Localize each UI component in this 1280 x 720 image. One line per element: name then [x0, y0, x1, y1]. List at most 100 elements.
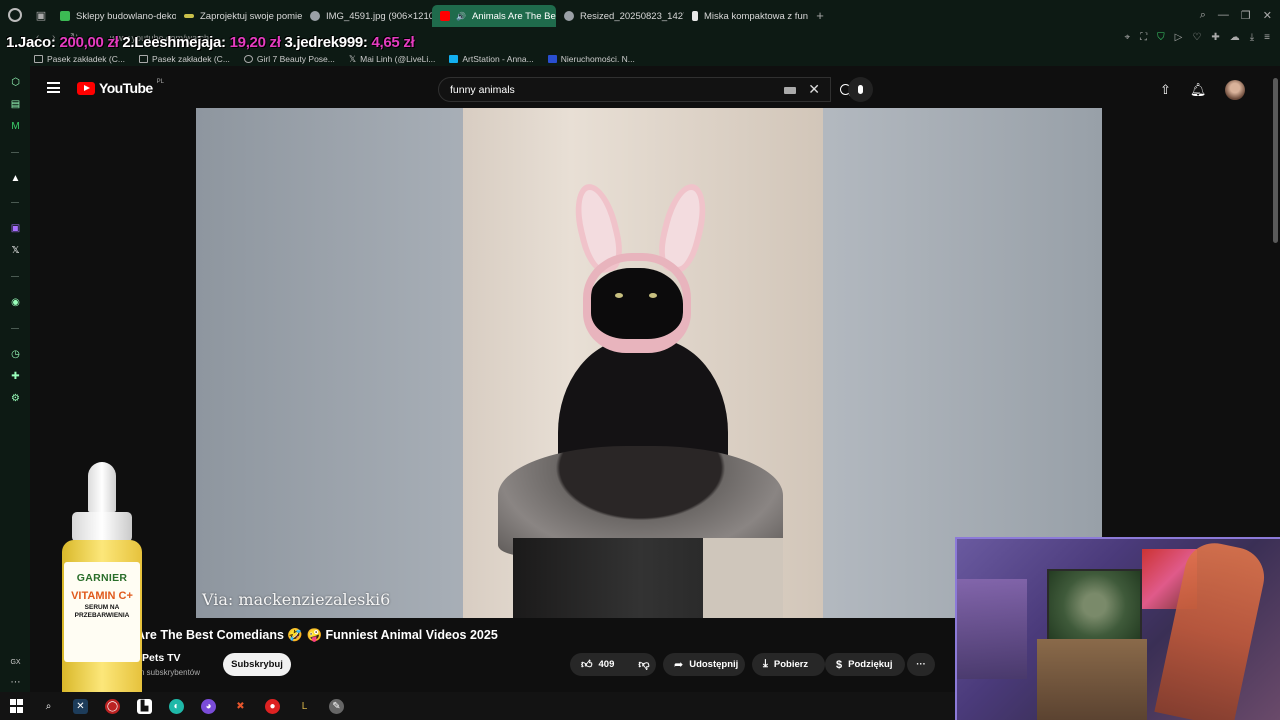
tab-label: IMG_4591.jpg (906×1210)	[326, 10, 432, 22]
tab-3-active[interactable]: 🔊 Animals Are The Best	[432, 5, 556, 27]
search-input[interactable]: funny animals ✕	[438, 77, 831, 102]
menu-icon[interactable]: ≡	[1264, 32, 1270, 43]
like-dislike-group: 👍︎ 409 👎︎	[570, 653, 656, 676]
share-button[interactable]: ➦ Udostępnij	[663, 653, 745, 676]
windows-taskbar: ⌕ ✕ ◯ ▙ ◐ ◕ ✖ ● L ✎	[0, 692, 955, 720]
bookmarks-bar: Pasek zakładek (C... Pasek zakładek (C..…	[0, 52, 1280, 66]
tab-0[interactable]: Sklepy budowlano-dekora	[52, 5, 176, 27]
player-icon[interactable]: ▷	[1175, 32, 1183, 43]
pin-icon[interactable]: ⌖	[1125, 32, 1131, 43]
taskbar-xmind-icon[interactable]: ✖	[233, 699, 248, 714]
folder-icon	[138, 55, 148, 63]
opera-gx-icon[interactable]: ◯	[105, 698, 120, 714]
tab-label: Animals Are The Best	[471, 10, 556, 22]
sidebar-twitch-icon[interactable]: ▣	[9, 222, 22, 235]
sidebar-arrow-icon[interactable]: ▲	[9, 172, 22, 185]
minimize-icon[interactable]: —	[1218, 9, 1229, 21]
sidebar-gx-icon[interactable]: GX	[9, 656, 22, 669]
serum-bottle: GARNIER VITAMIN C+ SERUM NA PRZEBARWIENI…	[62, 540, 142, 715]
bookmark-folder[interactable]: Pasek zakładek (C...	[138, 54, 230, 64]
super-thanks-icon: $	[836, 658, 843, 671]
cat-eye	[615, 293, 623, 298]
snapshot-icon[interactable]: ⛶	[1140, 32, 1147, 43]
youtube-play-icon	[77, 81, 95, 95]
notifications-bell-icon[interactable]: 🔔︎	[1190, 82, 1207, 98]
sidebar-player-icon[interactable]: ◉	[9, 296, 22, 309]
league-of-legends-icon[interactable]: L	[297, 699, 312, 714]
taskbar-browser-icon[interactable]: ◐	[169, 698, 184, 714]
bookmark-folder[interactable]: Pasek zakładek (C...	[34, 54, 125, 64]
tab-5[interactable]: Miska kompaktowa z fun	[684, 5, 810, 27]
screen: ▣ Sklepy budowlano-dekora Zaprojektuj sw…	[0, 0, 1280, 720]
clear-search-icon[interactable]: ✕	[808, 81, 820, 98]
keyboard-icon[interactable]	[784, 87, 796, 94]
sidebar-x-icon[interactable]: 𝕏	[9, 244, 22, 257]
taskbar-app-icon[interactable]: ✕	[73, 698, 88, 714]
opera-logo-icon[interactable]	[0, 0, 30, 30]
bookmark-label: Pasek zakładek (C...	[47, 54, 125, 64]
bookmark-link[interactable]: Nieruchomości. N...	[547, 54, 635, 64]
download-label: Pobierz	[773, 659, 809, 670]
bunny-hood	[583, 253, 691, 353]
dislike-thumb-icon[interactable]: 👎︎	[638, 658, 649, 671]
thanks-button[interactable]: $ Podziękuj	[825, 653, 905, 676]
sidebar-history-icon[interactable]: ◷	[9, 348, 22, 361]
search-tabs-icon[interactable]: ⌕	[1200, 9, 1206, 22]
more-actions-button[interactable]: ···	[907, 653, 935, 676]
cat-tree-post	[703, 538, 783, 618]
donor-amount: 4,65 zł	[371, 34, 415, 51]
close-icon[interactable]: ✕	[1263, 9, 1272, 22]
download-button[interactable]: ⤓ Pobierz	[752, 653, 825, 676]
like-thumb-icon[interactable]: 👍︎	[581, 658, 593, 671]
sidebar-extensions-icon[interactable]: ✚	[9, 370, 22, 383]
product-brand: GARNIER	[76, 572, 128, 584]
download-icon[interactable]: ⤓	[1250, 32, 1254, 43]
webcam-easel	[1037, 639, 1147, 720]
taskbar-tool-icon[interactable]: ✎	[329, 698, 344, 714]
otodom-icon	[547, 55, 557, 63]
restore-icon[interactable]: ❐	[1241, 9, 1251, 22]
heart-icon[interactable]: ♡	[1192, 32, 1201, 43]
bookmark-label: ArtStation - Anna...	[462, 54, 534, 64]
youtube-logo[interactable]: YouTube PL	[77, 79, 164, 96]
globe-icon	[564, 11, 574, 21]
bookmark-link[interactable]: 𝕏 Mai Linh (@LiveLi...	[349, 54, 436, 65]
sidebar-wallet-icon[interactable]: ▤	[9, 98, 22, 111]
sidebar-messenger-icon[interactable]: M	[9, 120, 22, 133]
taskbar-media-icon[interactable]: ●	[265, 698, 280, 714]
sidebar-ai-icon[interactable]: ⬡	[9, 76, 22, 89]
donor-name: 2.Leeshmejaja:	[122, 34, 226, 51]
tab-2[interactable]: IMG_4591.jpg (906×1210)	[302, 5, 432, 27]
bookmark-link[interactable]: Girl 7 Beauty Pose...	[243, 54, 335, 64]
cloud-icon[interactable]: ☁	[1230, 32, 1240, 43]
like-count[interactable]: 409	[599, 659, 615, 670]
workspace-icon[interactable]: ▣	[30, 0, 52, 30]
browser-sidebar: ⬡ ▤ M ▲ ▣ 𝕏 ◉ ◷ ✚ ⚙ GX ⋯	[0, 66, 30, 696]
video-watermark: Via: mackenziezaleski6	[202, 590, 391, 609]
tab-4[interactable]: Resized_20250823_1427	[556, 5, 684, 27]
guide-menu-icon[interactable]	[47, 82, 60, 93]
subscribe-button[interactable]: Subskrybuj	[223, 653, 291, 676]
upload-icon[interactable]: ⇧	[1160, 82, 1171, 98]
voice-search-button[interactable]	[848, 77, 873, 102]
speaker-icon[interactable]: 🔊	[456, 12, 466, 21]
sidebar-divider	[11, 328, 19, 329]
bookmark-link[interactable]: ArtStation - Anna...	[449, 54, 534, 64]
taskbar-files-icon[interactable]: ▙	[137, 698, 152, 714]
windows-start-icon[interactable]	[9, 699, 24, 714]
discord-icon[interactable]: ◕	[201, 698, 216, 714]
new-tab-plus-icon[interactable]: +	[810, 8, 830, 23]
extensions-icon[interactable]: ✚	[1211, 32, 1219, 43]
webcam-shelf	[957, 579, 1027, 679]
sidebar-more-icon[interactable]: ⋯	[9, 676, 22, 689]
youtube-wordmark: YouTube	[99, 80, 153, 96]
vpn-shield-icon[interactable]: ⛉	[1157, 32, 1165, 43]
webcam-painting	[1047, 569, 1142, 641]
sidebar-settings-icon[interactable]: ⚙	[9, 392, 22, 405]
page-scrollbar[interactable]	[1273, 78, 1278, 243]
donation-leaderboard: 1.Jaco: 200,00 zł 2.Leeshmejaja: 19,20 z…	[6, 34, 415, 51]
avatar[interactable]	[1225, 80, 1246, 100]
tab-1[interactable]: Zaprojektuj swoje pomies	[176, 5, 302, 27]
taskbar-search-icon[interactable]: ⌕	[41, 699, 56, 714]
thanks-label: Podziękuj	[848, 659, 893, 670]
